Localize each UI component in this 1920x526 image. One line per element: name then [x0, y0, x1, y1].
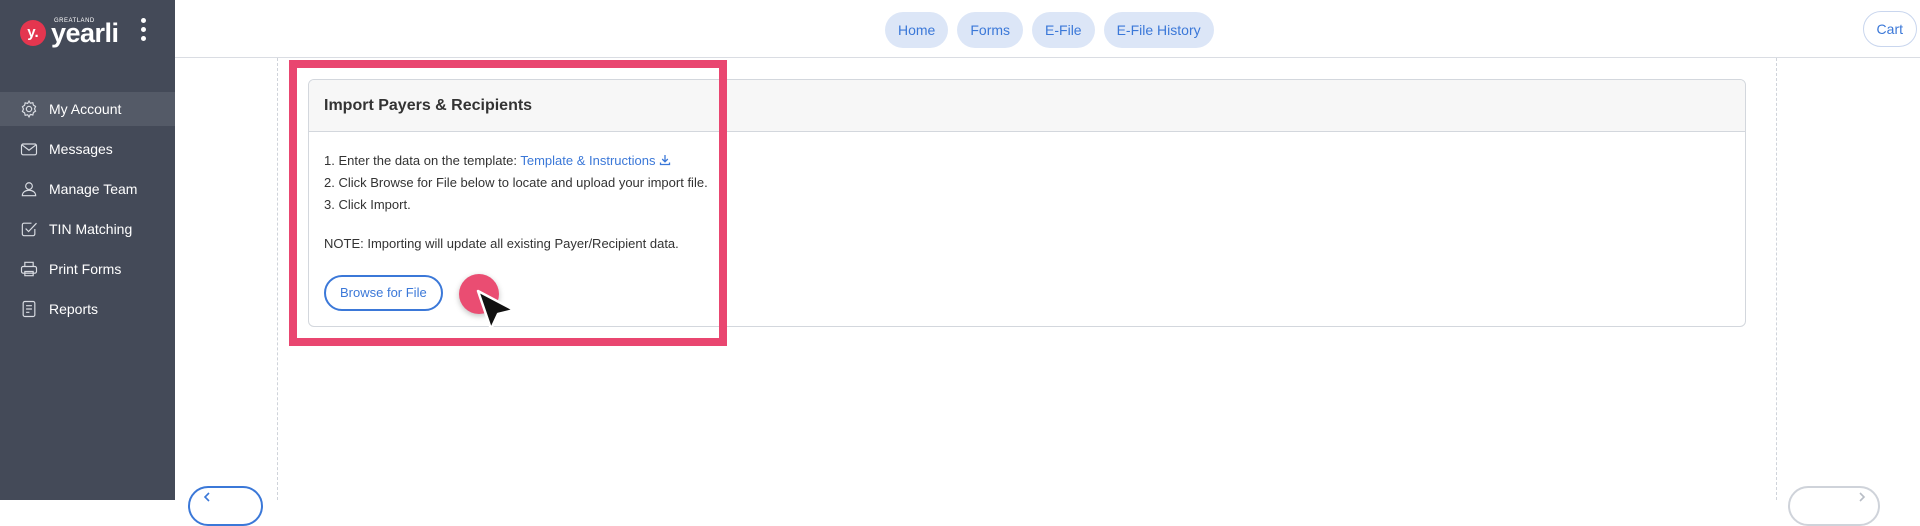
sidebar-item-label: TIN Matching	[49, 221, 133, 237]
content-frame-right-edge	[1776, 58, 1777, 500]
chevron-left-icon	[203, 492, 210, 502]
sidebar-item-print-forms[interactable]: Print Forms	[0, 252, 175, 286]
cart-button[interactable]: Cart	[1862, 11, 1917, 47]
sidebar-item-manage-team[interactable]: Manage Team	[0, 172, 175, 206]
printer-icon	[18, 258, 40, 280]
sidebar-item-label: Reports	[49, 301, 99, 317]
nav-forms-button[interactable]: Forms	[957, 12, 1024, 48]
document-icon	[18, 298, 40, 320]
sidebar-item-tin-matching[interactable]: TIN Matching	[0, 212, 175, 246]
nav-efile-history-button[interactable]: E-File History	[1103, 12, 1214, 48]
logo-badge: y.	[20, 20, 46, 46]
yearli-logo[interactable]: y. GREATLAND yearli	[18, 14, 138, 50]
sidebar-nav: My Account Messages Manage Team TIN Matc…	[0, 92, 175, 332]
content-frame-left-edge	[277, 58, 278, 500]
envelope-icon	[18, 138, 40, 160]
back-button[interactable]	[188, 486, 263, 526]
top-bar: Home Forms E-File E-File History Cart	[175, 0, 1920, 58]
sidebar-item-label: My Account	[49, 101, 122, 117]
sidebar: y. GREATLAND yearli My Account Messages …	[0, 0, 175, 500]
sidebar-item-label: Manage Team	[49, 181, 138, 197]
more-menu-icon[interactable]	[138, 18, 148, 46]
sidebar-item-reports[interactable]: Reports	[0, 292, 175, 326]
arrow-cursor-icon	[476, 289, 516, 331]
sidebar-item-label: Print Forms	[49, 261, 122, 277]
logo-wordmark: yearli	[51, 18, 119, 48]
sidebar-item-messages[interactable]: Messages	[0, 132, 175, 166]
user-icon	[18, 178, 40, 200]
checkbox-icon	[18, 218, 40, 240]
top-nav: Home Forms E-File E-File History	[885, 12, 1223, 48]
sidebar-item-label: Messages	[49, 141, 113, 157]
gear-icon	[18, 98, 40, 120]
nav-home-button[interactable]: Home	[885, 12, 949, 48]
sidebar-item-my-account[interactable]: My Account	[0, 92, 175, 126]
chevron-right-icon	[1859, 492, 1866, 502]
nav-efile-button[interactable]: E-File	[1032, 12, 1095, 48]
